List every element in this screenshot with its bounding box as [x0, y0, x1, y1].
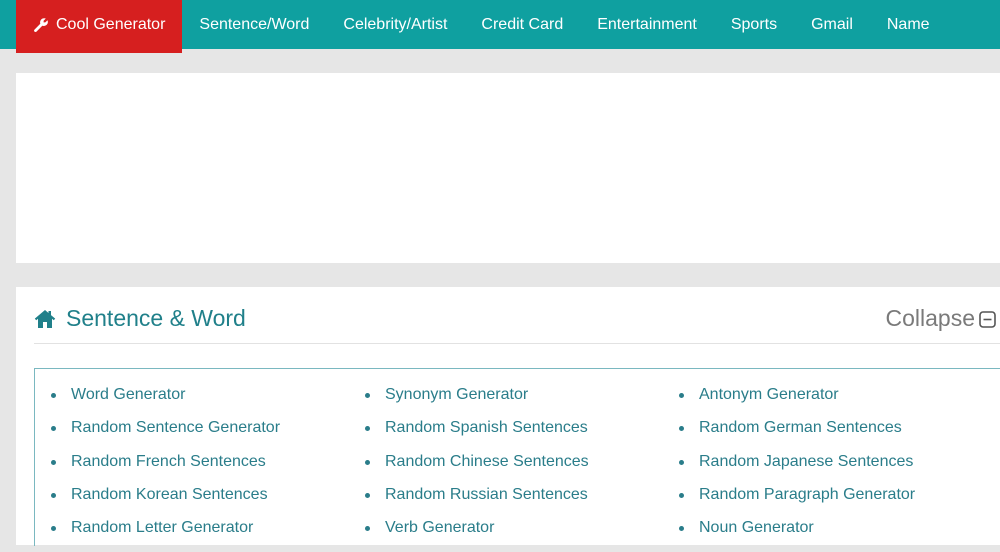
- link-text: Random Sentence Generator: [71, 419, 281, 437]
- minus-square-icon: [979, 311, 996, 328]
- panel-header: Sentence & Word Collapse: [34, 305, 1000, 344]
- nav-label: Gmail: [811, 15, 853, 33]
- nav-sentence-word[interactable]: Sentence/Word: [182, 0, 326, 49]
- bullet: [365, 426, 370, 432]
- nav-label: Name: [886, 15, 930, 33]
- collapse-label: Collapse: [885, 305, 976, 331]
- top-navigation: Cool Generator Sentence/Word Celebrity/A…: [0, 0, 1000, 53]
- bullet: [365, 526, 370, 532]
- nav-entertainment[interactable]: Entertainment: [580, 0, 714, 49]
- list-item[interactable]: Random Chinese Sentences: [364, 453, 678, 486]
- bullet: [679, 492, 684, 498]
- link-list: Word Generator Synonym Generator Antonym…: [50, 386, 992, 552]
- list-item[interactable]: Random Japanese Sentences: [678, 453, 992, 486]
- nav-label: Cool Generator: [56, 15, 166, 33]
- link-text: Random Paragraph Generator: [699, 485, 916, 503]
- list-item[interactable]: Verb Generator: [364, 519, 678, 552]
- link-text: Antonym Generator: [699, 386, 839, 403]
- bullet: [365, 492, 370, 498]
- link-text: Random French Sentences: [71, 452, 266, 470]
- nav-sports[interactable]: Sports: [714, 0, 794, 49]
- nav-cool-generator[interactable]: Cool Generator: [16, 0, 183, 53]
- nav-credit-card[interactable]: Credit Card: [464, 0, 580, 49]
- list-item[interactable]: Antonym Generator: [678, 386, 992, 419]
- list-item[interactable]: Synonym Generator: [364, 386, 678, 419]
- bullet: [679, 426, 684, 432]
- nav-label: Entertainment: [597, 15, 697, 33]
- link-text: Random German Sentences: [699, 419, 902, 437]
- list-item[interactable]: Random German Sentences: [678, 419, 992, 452]
- link-text: Verb Generator: [385, 519, 495, 537]
- bullet: [51, 426, 56, 432]
- link-text: Random Korean Sentences: [71, 485, 268, 503]
- wrench-icon: [34, 17, 48, 32]
- nav-label: Celebrity/Artist: [343, 15, 448, 33]
- collapse-button[interactable]: Collapse: [886, 305, 997, 332]
- panel-title: Sentence & Word: [66, 305, 246, 331]
- list-item[interactable]: Random Letter Generator: [50, 519, 364, 552]
- ad-placeholder: [16, 73, 1000, 263]
- link-text: Noun Generator: [699, 519, 814, 537]
- bullet: [679, 459, 684, 465]
- list-item[interactable]: Random Russian Sentences: [364, 486, 678, 519]
- links-container: Word Generator Synonym Generator Antonym…: [34, 368, 1000, 546]
- nav-celebrity-artist[interactable]: Celebrity/Artist: [326, 0, 464, 49]
- list-item[interactable]: Random Paragraph Generator: [678, 486, 992, 519]
- link-text: Random Russian Sentences: [385, 485, 588, 503]
- nav-label: Sports: [730, 15, 778, 33]
- nav-name[interactable]: Name: [870, 0, 947, 49]
- sentence-word-panel: Sentence & Word Collapse Word Generator …: [16, 287, 1000, 546]
- home-icon: [34, 310, 56, 328]
- bullet: [51, 393, 56, 398]
- bullet: [51, 526, 56, 532]
- bullet: [51, 459, 56, 465]
- link-text: Word Generator: [71, 386, 186, 403]
- list-item[interactable]: Word Generator: [50, 386, 364, 419]
- list-item[interactable]: Random Korean Sentences: [50, 486, 364, 519]
- link-text: Random Chinese Sentences: [385, 452, 589, 470]
- link-text: Random Japanese Sentences: [699, 452, 914, 470]
- link-text: Synonym Generator: [385, 386, 529, 403]
- nav-label: Credit Card: [481, 15, 564, 33]
- bullet: [365, 393, 370, 398]
- link-text: Random Spanish Sentences: [385, 419, 588, 437]
- bullet: [679, 393, 684, 398]
- list-item[interactable]: Random French Sentences: [50, 453, 364, 486]
- link-text: Random Letter Generator: [71, 519, 254, 537]
- nav-gmail[interactable]: Gmail: [794, 0, 870, 49]
- bullet: [679, 526, 684, 532]
- bullet: [51, 492, 56, 498]
- list-item[interactable]: Random Sentence Generator: [50, 419, 364, 452]
- bullet: [365, 459, 370, 465]
- list-item[interactable]: Noun Generator: [678, 519, 992, 552]
- list-item[interactable]: Random Spanish Sentences: [364, 419, 678, 452]
- nav-label: Sentence/Word: [199, 15, 310, 33]
